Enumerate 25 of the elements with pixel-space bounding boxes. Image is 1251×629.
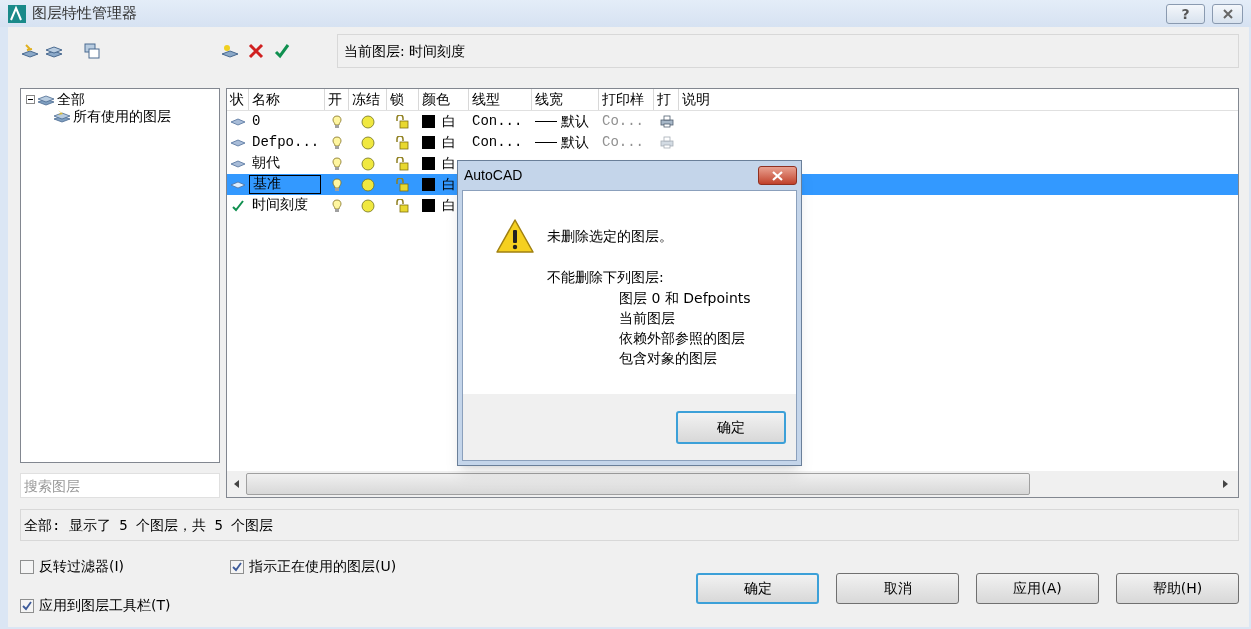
color-name: 白 [442, 133, 456, 152]
layer-name: 时间刻度 [251, 196, 309, 215]
current-layer-label: 当前图层: 时间刻度 [337, 34, 1239, 68]
color-name: 白 [442, 175, 456, 194]
layer-name: Defpo... [251, 133, 321, 152]
checkbox-label: 反转过滤器(I) [39, 557, 125, 576]
window-title: 图层特性管理器 [32, 3, 137, 25]
reason-item: 依赖外部参照的图层 [618, 329, 746, 348]
layer-name: 0 [251, 112, 262, 131]
checkbox-label: 指示正在使用的图层(U) [249, 557, 397, 576]
checkbox-label: 应用到图层工具栏(T) [39, 596, 171, 615]
color-name: 白 [442, 112, 456, 131]
color-name: 白 [442, 154, 456, 173]
reason-item: 当前图层 [618, 309, 676, 328]
status-bar: 全部: 显示了 5 个图层，共 5 个图层 [20, 509, 1239, 541]
reason-item: 图层 0 和 Defpoints [618, 289, 751, 308]
dialog-title: AutoCAD [463, 166, 523, 185]
plot-style: Co... [602, 134, 644, 150]
color-name: 白 [442, 196, 456, 215]
plot-style: Co... [602, 113, 644, 129]
reason-item: 包含对象的图层 [618, 349, 718, 368]
dialog-message: 未删除选定的图层。 [547, 227, 674, 246]
layer-name: 基准 [249, 175, 321, 194]
dialog-message: 不能删除下列图层: [547, 268, 665, 287]
layer-name: 朝代 [251, 154, 281, 173]
